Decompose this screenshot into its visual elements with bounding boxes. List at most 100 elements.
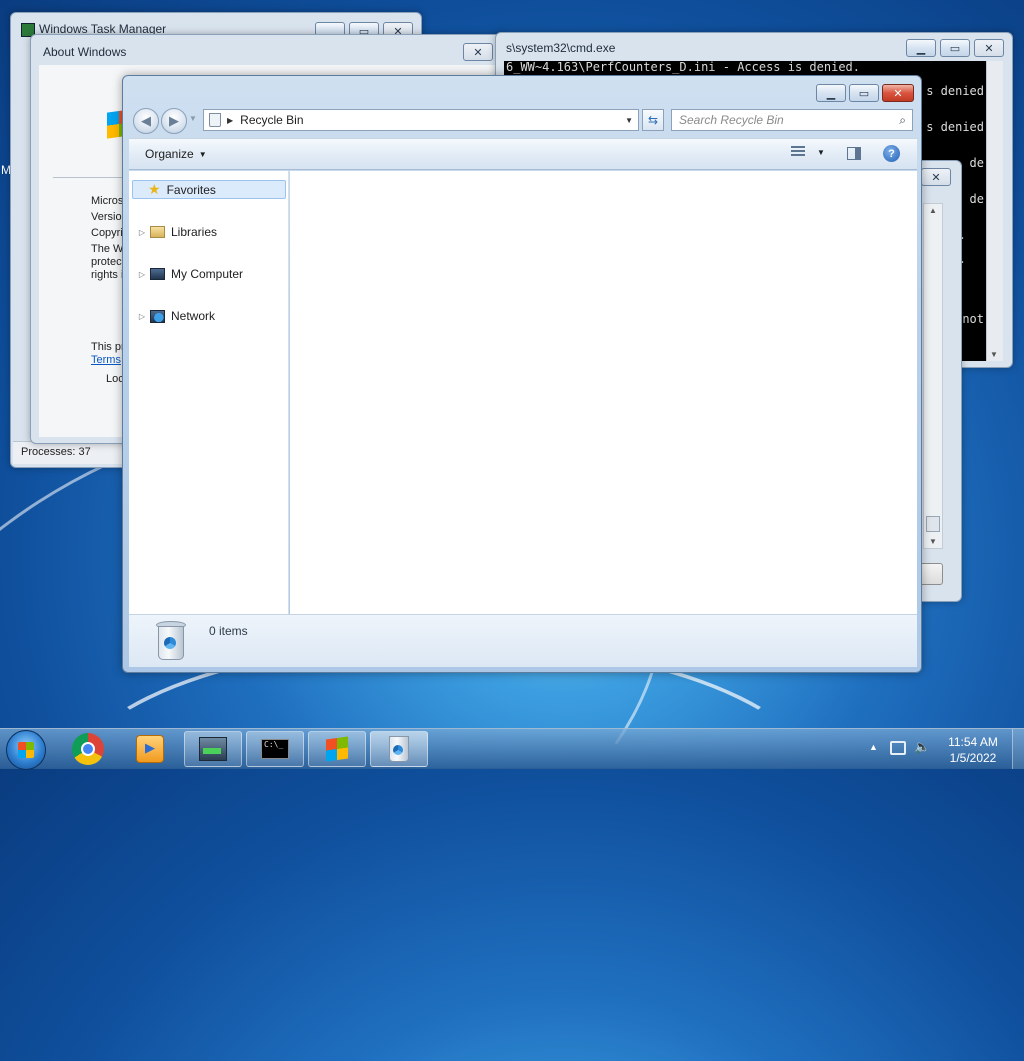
chevron-down-icon: ▼ [198,149,207,159]
file-list[interactable] [290,171,917,614]
address-dropdown-icon[interactable]: ▼ [625,116,633,125]
nav-item-libraries[interactable]: ▷ Libraries [137,225,217,239]
taskbar: ▶ C:\_ ▲ 🔈 11:54 AM 1/5/2022 [0,728,1024,770]
taskbar-media-player-button[interactable]: ▶ [136,735,164,763]
nav-label: My Computer [171,267,244,281]
maximize-button[interactable]: ▭ [849,84,879,102]
recycle-bin-large-icon [155,621,186,661]
scroll-down-icon[interactable]: ▼ [929,537,937,546]
close-button[interactable]: ✕ [921,168,951,186]
show-hidden-icons-button[interactable]: ▲ [869,742,878,752]
search-icon[interactable]: ⌕ [899,113,906,128]
details-pane: 0 items [129,614,917,667]
expand-arrow-icon[interactable]: ▷ [137,270,147,279]
clock-date: 1/5/2022 [949,751,997,765]
cmd-title: s\system32\cmd.exe [506,41,616,55]
back-button[interactable]: ◀ [133,108,159,134]
recycle-bin-window[interactable]: ▁ ▭ ✕ ◀ ▶ ▼ ▶ Recycle Bin ▼ ⇆ Search Rec… [122,75,922,673]
star-icon: ★ [148,181,161,197]
maximize-button[interactable]: ▭ [940,39,970,57]
about-line: rights i [91,269,124,281]
console-line: s denied [926,120,984,134]
address-bar[interactable]: ▶ Recycle Bin ▼ [203,109,639,131]
help-icon: ? [888,147,895,160]
console-line: de [969,192,984,206]
organize-button[interactable]: Organize ▼ [145,147,207,161]
clock-time: 11:54 AM [948,735,998,749]
forward-arrow-icon: ▶ [169,113,179,128]
forward-button[interactable]: ▶ [161,108,187,134]
view-details-icon [791,146,805,158]
chevron-down-icon: ▼ [817,147,825,157]
volume-tray-icon[interactable]: 🔈 [914,739,930,755]
about-line: protec [91,256,122,268]
about-windows-title: About Windows [43,45,127,59]
minimize-button[interactable]: ▁ [816,84,846,102]
close-button[interactable]: ✕ [974,39,1004,57]
task-manager-icon [199,737,227,761]
libraries-icon [150,226,165,238]
play-icon: ▶ [145,740,155,755]
scroll-up-icon[interactable]: ▲ [929,206,937,215]
scroll-down-icon[interactable]: ▼ [990,350,998,359]
taskbar-recycle-bin-button[interactable] [370,731,428,767]
about-line: The W [91,243,124,255]
help-button[interactable]: ? [883,145,900,162]
recent-pages-dropdown[interactable]: ▼ [189,114,197,123]
taskbar-chrome-button[interactable] [72,733,104,765]
nav-label: Network [171,309,216,323]
console-line: 6_WW~4.163\PerfCounters_D.ini - Access i… [506,61,861,74]
close-button[interactable]: ✕ [882,84,914,102]
scroll-thumb[interactable] [926,516,940,532]
taskbar-task-manager-button[interactable] [184,731,242,767]
navigation-pane[interactable]: ★ Favorites ▷ Libraries ▷ My Computer ▷ … [129,171,289,614]
search-input[interactable]: Search Recycle Bin [679,113,784,127]
breadcrumb-recycle-bin[interactable]: Recycle Bin [240,113,303,127]
recycle-bin-small-icon [209,113,221,127]
item-count: 0 items [209,624,248,638]
console-line: de [969,156,984,170]
cmd-icon: C:\_ [261,739,289,759]
clock[interactable]: 11:54 AM 1/5/2022 [940,734,1006,766]
start-button[interactable] [6,730,46,770]
recycle-bin-icon [389,736,409,762]
cmd-scrollbar[interactable]: ▼ [986,61,1003,361]
back-arrow-icon: ◀ [141,113,151,128]
refresh-icon: ⇆ [647,113,659,127]
nav-item-favorites[interactable]: ★ Favorites [132,180,286,199]
change-view-button[interactable]: ▼ [791,146,825,158]
network-icon [150,309,165,323]
taskbar-about-windows-button[interactable] [308,731,366,767]
chevron-up-icon: ▲ [869,742,878,752]
nav-item-network[interactable]: ▷ Network [137,309,215,323]
minimize-button[interactable]: ▁ [906,39,936,57]
breadcrumb-separator-icon: ▶ [227,115,234,125]
console-line: not [962,312,984,326]
about-line: Copyri [91,227,123,239]
preview-pane-icon [855,148,860,159]
dialog-scrollbar[interactable]: ▲ ▼ [923,203,943,549]
expand-arrow-icon[interactable]: ▷ [137,228,147,237]
nav-item-computer[interactable]: ▷ My Computer [137,267,243,281]
wallpaper-swoosh [60,640,828,948]
show-desktop-button[interactable] [1012,729,1024,769]
close-button[interactable]: ✕ [463,43,493,61]
refresh-button[interactable]: ⇆ [642,109,664,131]
organize-label: Organize [145,147,194,161]
taskbar-cmd-button[interactable]: C:\_ [246,731,304,767]
process-count: Processes: 37 [21,446,91,458]
dialog-button[interactable] [919,563,943,585]
console-line: s denied [926,84,984,98]
about-line: This pr [91,341,125,353]
expand-arrow-icon[interactable]: ▷ [137,312,147,321]
nav-label: Libraries [171,225,218,239]
windows-logo-icon [326,736,348,762]
preview-pane-button[interactable] [847,147,861,160]
terms-link[interactable]: Terms [91,354,121,366]
nav-label: Favorites [166,182,216,197]
search-box[interactable]: Search Recycle Bin ⌕ [671,109,913,131]
command-bar: Organize ▼ ▼ ? [129,138,917,170]
chrome-icon [81,742,95,756]
network-tray-icon[interactable] [890,741,906,755]
computer-icon [150,268,165,280]
